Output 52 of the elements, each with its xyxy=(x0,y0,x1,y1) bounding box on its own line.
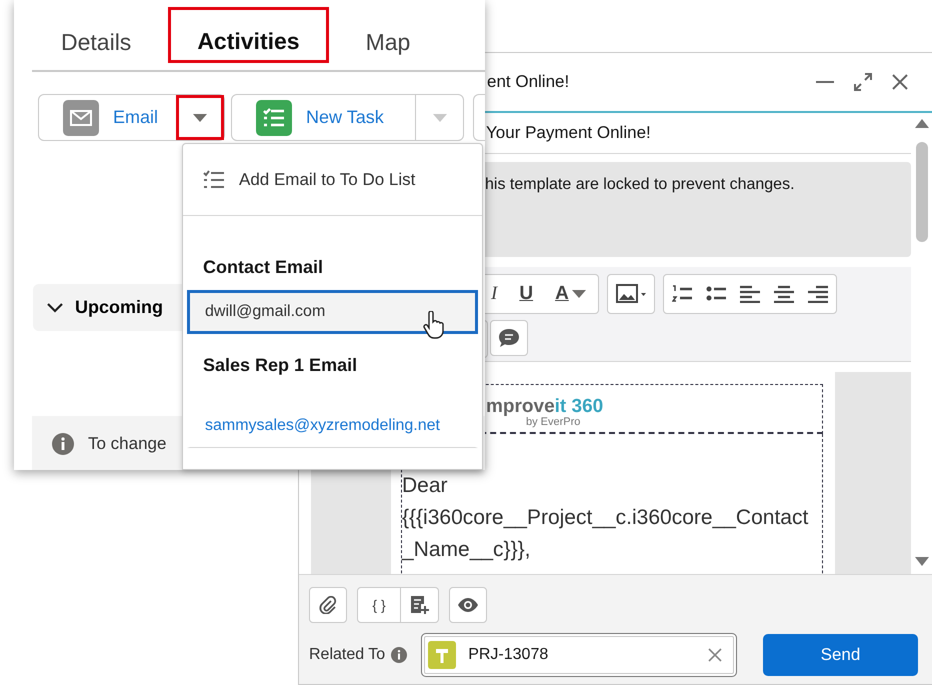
checklist-icon xyxy=(203,170,225,190)
tab[interactable]: Details xyxy=(32,20,160,64)
format-button[interactable]: U xyxy=(515,283,538,305)
dropdown-button[interactable] xyxy=(176,95,224,140)
checklist-icon xyxy=(256,100,292,136)
info-icon xyxy=(391,647,408,663)
expand-icon[interactable] xyxy=(854,73,872,91)
note-add-icon xyxy=(410,595,430,615)
scrollbar-thumb[interactable] xyxy=(916,142,928,242)
preview-button[interactable] xyxy=(449,587,487,623)
format-button[interactable]: A xyxy=(551,283,590,305)
comment-button[interactable] xyxy=(490,320,528,356)
paperclip-icon xyxy=(319,596,337,614)
caret-icon xyxy=(193,114,208,122)
scroll-up-icon[interactable] xyxy=(914,119,928,128)
tab[interactable]: Activities xyxy=(168,7,329,63)
attach-button[interactable] xyxy=(309,587,347,623)
speech-bubble-icon xyxy=(498,328,520,348)
menu-group-header: Sales Rep 1 Email xyxy=(203,355,358,376)
caret-icon xyxy=(572,290,586,298)
subject-text: Your Payment Online! xyxy=(486,123,651,143)
envelope-icon xyxy=(63,100,99,136)
send-button[interactable]: Send xyxy=(763,634,918,676)
numbered-list-icon[interactable] xyxy=(672,285,692,303)
clear-icon[interactable] xyxy=(708,648,722,662)
bullet-list-icon[interactable] xyxy=(706,285,726,303)
menu-item[interactable]: Add Email to To Do List xyxy=(183,144,482,216)
window-title: ent Online! xyxy=(487,72,570,92)
menu-group-header: Contact Email xyxy=(203,257,324,278)
minimize-icon[interactable] xyxy=(816,80,834,84)
image-icon xyxy=(616,284,646,304)
align-icon[interactable] xyxy=(808,285,828,303)
align-icon[interactable] xyxy=(740,285,760,303)
chevron-icon xyxy=(47,302,63,312)
field-label: Related To xyxy=(309,646,386,664)
caret-icon xyxy=(432,114,447,122)
hand-cursor-icon xyxy=(423,311,445,339)
email-option[interactable]: sammysales@xyzremodeling.net xyxy=(187,386,478,448)
close-icon[interactable] xyxy=(892,74,908,90)
merge-field-button[interactable]: { } xyxy=(357,587,401,623)
insert-template-button[interactable] xyxy=(401,587,439,623)
tab[interactable]: Map xyxy=(336,20,440,64)
align-icon[interactable] xyxy=(774,285,794,303)
action-button[interactable]: New Task xyxy=(232,95,416,140)
scroll-down-icon[interactable] xyxy=(914,557,928,566)
action-button[interactable]: Email xyxy=(39,95,176,140)
info-icon xyxy=(52,432,74,454)
notice-text: To change xyxy=(88,434,166,454)
image-button[interactable] xyxy=(606,274,655,314)
format-button[interactable]: I xyxy=(487,283,502,305)
eye-icon xyxy=(458,598,478,612)
lookup-field[interactable]: PRJ-13078 xyxy=(421,633,738,677)
